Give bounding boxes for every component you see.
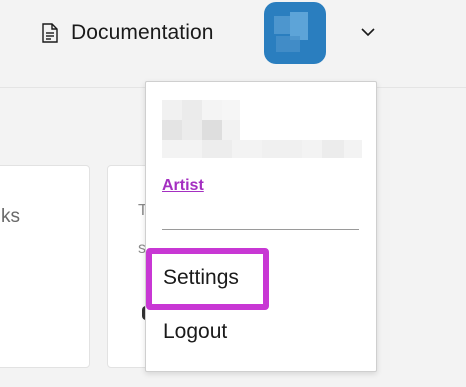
blur-pixel [162,120,182,140]
menu-divider [162,229,359,230]
card-text: ks [1,206,20,227]
user-menu-dropdown: Artist Settings Logout [145,81,377,372]
chevron-down-icon[interactable] [358,22,378,42]
background-card[interactable]: ks [0,165,90,368]
document-icon [39,22,61,44]
top-header: Documentation [0,0,466,88]
blur-pixel [182,100,202,120]
blur-pixel [202,100,222,120]
blur-pixel [202,140,232,158]
documentation-link[interactable]: Documentation [39,18,214,48]
blur-pixel [322,140,344,158]
menu-item-settings[interactable]: Settings [146,248,271,310]
blur-pixel [182,120,202,140]
user-avatar[interactable] [264,2,326,64]
documentation-label: Documentation [71,21,214,44]
app-root: Documentation ks T s Artist Settings Log… [0,0,466,387]
blur-pixel [202,120,222,140]
settings-label: Settings [163,266,239,289]
avatar-pixel [274,16,290,34]
blurred-user-name [162,100,362,160]
artist-link[interactable]: Artist [162,177,204,195]
avatar-pixel [276,36,300,52]
blur-pixel [222,120,240,140]
menu-item-logout[interactable]: Logout [163,320,227,344]
blur-pixel [222,100,240,120]
blur-pixel [262,140,302,158]
blur-pixel [162,100,182,120]
